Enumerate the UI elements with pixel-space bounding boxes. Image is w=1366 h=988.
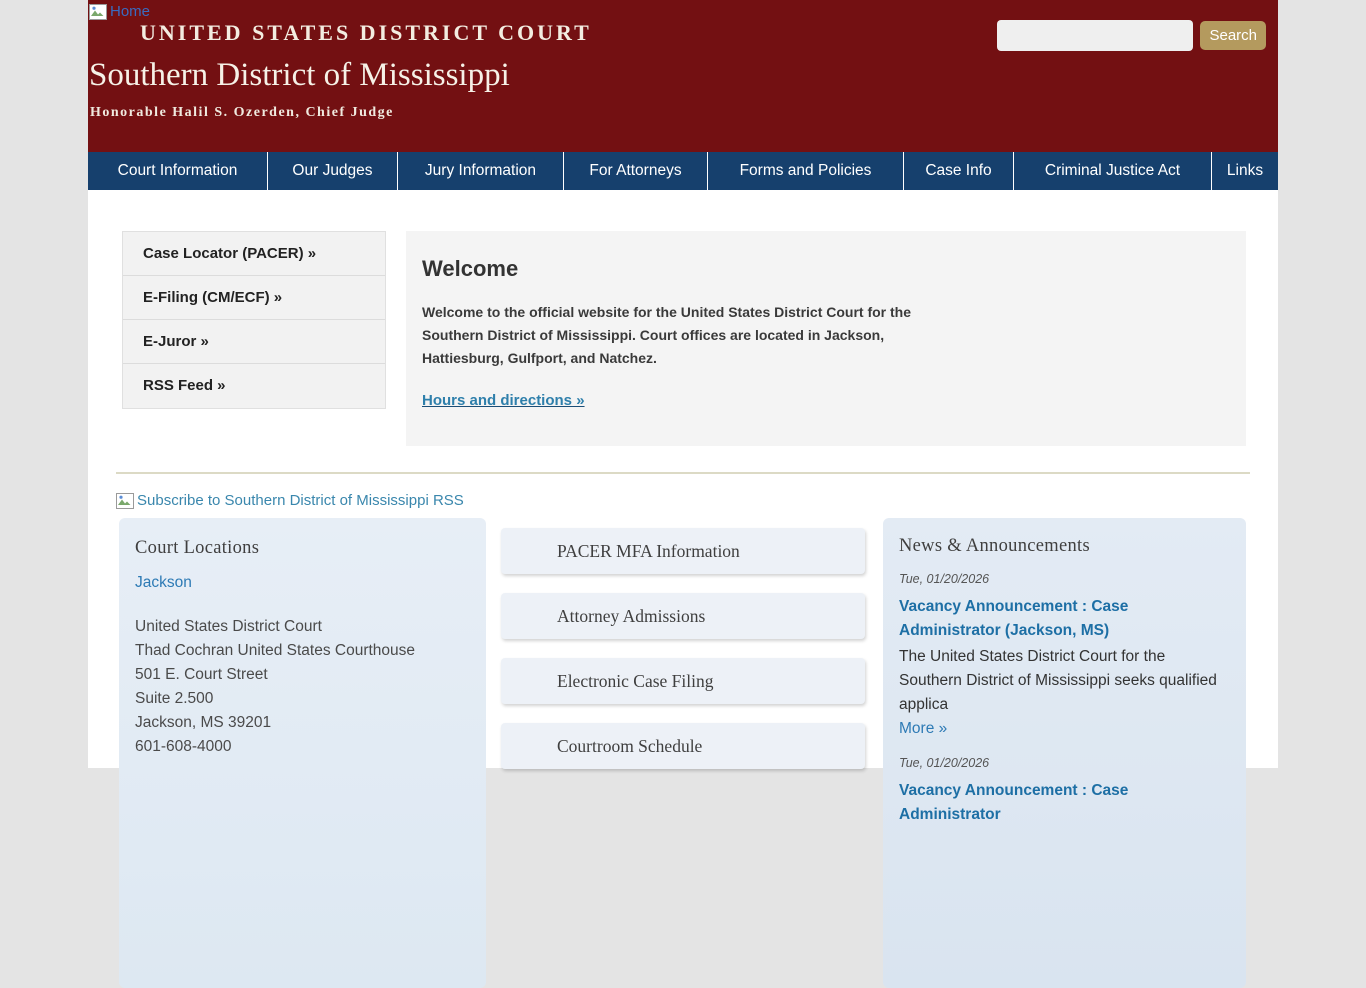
hours-and-directions-link[interactable]: Hours and directions » [422,392,585,409]
broken-image-icon [89,3,107,20]
court-address: United States District Court Thad Cochra… [135,615,470,759]
news-title: News & Announcements [899,536,1090,556]
sidebar-item-ejuror[interactable]: E-Juror » [123,320,385,364]
news-item-title-link[interactable]: Vacancy Announcement : Case Administrato… [899,779,1230,827]
news-item-date: Tue, 01/20/2026 [899,572,990,586]
court-locations-title: Court Locations [135,538,260,558]
news-item-excerpt: The United States District Court for the… [899,648,1217,713]
home-link[interactable]: Home [89,3,150,20]
court-eyebrow-title: UNITED STATES DISTRICT COURT [140,20,592,45]
nav-item-case-info[interactable]: Case Info [903,152,1013,190]
electronic-case-filing-button[interactable]: Electronic Case Filing [501,658,865,704]
news-item-title-link[interactable]: Vacancy Announcement : Case Administrato… [899,595,1230,643]
main-content: Case Locator (PACER) » E-Filing (CM/ECF)… [88,190,1278,988]
address-line: 601-608-4000 [135,738,232,755]
search-input[interactable] [997,20,1194,51]
news-announcements-panel: News & Announcements Tue, 01/20/2026 Vac… [883,518,1246,988]
site-title: Southern District of Mississippi [89,57,510,93]
attorney-admissions-button[interactable]: Attorney Admissions [501,593,865,639]
welcome-panel: Welcome Welcome to the official website … [406,231,1246,446]
news-more-link[interactable]: More » [899,720,947,737]
welcome-title: Welcome [422,256,519,281]
jackson-location-link[interactable]: Jackson [135,574,192,592]
page: Home UNITED STATES DISTRICT COURT Southe… [88,0,1278,988]
nav-item-court-information[interactable]: Court Information [88,152,267,190]
broken-image-icon [116,492,134,509]
welcome-text: Welcome to the official website for the … [422,304,912,366]
pacer-mfa-information-button[interactable]: PACER MFA Information [501,528,865,574]
site-header: Home UNITED STATES DISTRICT COURT Southe… [88,0,1278,152]
sidebar-menu: Case Locator (PACER) » E-Filing (CM/ECF)… [122,231,386,409]
sidebar-item-efiling-cmecf[interactable]: E-Filing (CM/ECF) » [123,276,385,320]
address-line: Thad Cochran United States Courthouse [135,642,416,659]
news-item: Tue, 01/20/2026 Vacancy Announcement : C… [899,756,1230,827]
nav-item-criminal-justice-act[interactable]: Criminal Justice Act [1013,152,1211,190]
sidebar-item-case-locator-pacer[interactable]: Case Locator (PACER) » [123,232,385,276]
nav-item-links[interactable]: Links [1211,152,1278,190]
main-navigation: Court Information Our Judges Jury Inform… [88,152,1278,190]
search-area: Search [997,20,1266,51]
rss-subscribe-link[interactable]: Subscribe to Southern District of Missis… [116,492,464,509]
quick-links-column: PACER MFA Information Attorney Admission… [501,518,865,988]
address-line: Suite 2.500 [135,690,214,707]
lower-columns: Court Locations Jackson United States Di… [119,518,1246,988]
address-line: 501 E. Court Street [135,666,268,683]
nav-item-our-judges[interactable]: Our Judges [267,152,397,190]
courtroom-schedule-button[interactable]: Courtroom Schedule [501,723,865,769]
nav-item-jury-information[interactable]: Jury Information [397,152,563,190]
rss-subscribe-label: Subscribe to Southern District of Missis… [137,492,464,509]
nav-item-for-attorneys[interactable]: For Attorneys [563,152,707,190]
search-button[interactable]: Search [1200,21,1266,50]
address-line: United States District Court [135,618,322,635]
nav-item-forms-and-policies[interactable]: Forms and Policies [707,152,903,190]
court-locations-panel: Court Locations Jackson United States Di… [119,518,486,988]
address-line: Jackson, MS 39201 [135,714,272,731]
home-link-label: Home [110,3,151,20]
news-item: Tue, 01/20/2026 Vacancy Announcement : C… [899,572,1230,741]
sidebar-item-rss-feed[interactable]: RSS Feed » [123,364,385,408]
section-divider [116,472,1250,474]
chief-judge-tagline: Honorable Halil S. Ozerden, Chief Judge [90,105,394,120]
